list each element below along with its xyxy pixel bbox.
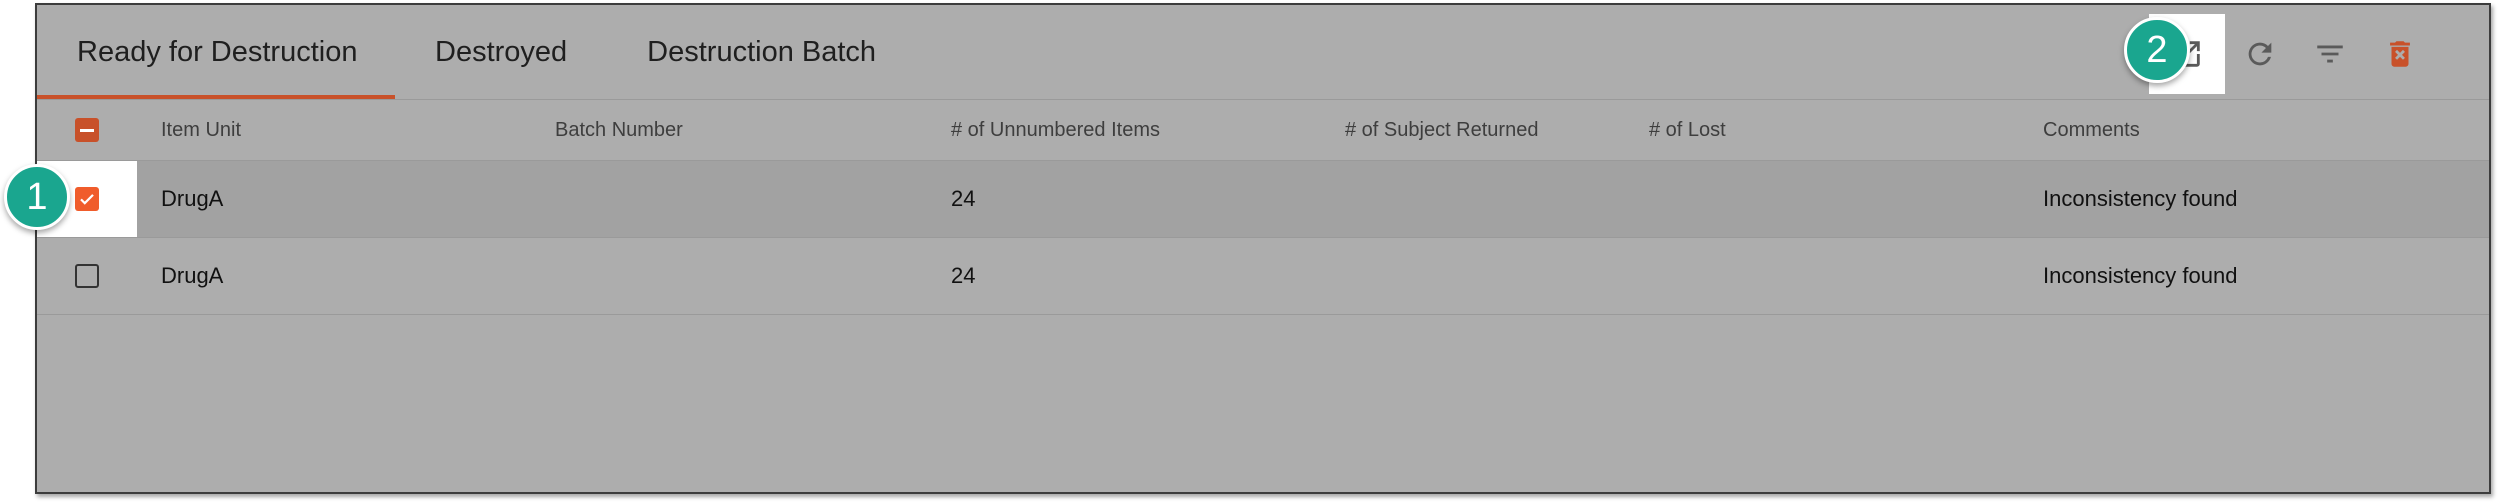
column-header-batch-number[interactable]: Batch Number xyxy=(555,119,683,142)
callout-badge-1: 1 xyxy=(4,164,70,230)
column-header-comments[interactable]: Comments xyxy=(2043,119,2140,142)
row-select-cell xyxy=(37,238,137,314)
checkmark-icon xyxy=(80,194,94,205)
filter-icon xyxy=(2317,45,2343,62)
refresh-button[interactable] xyxy=(2225,16,2295,91)
toolbar xyxy=(2149,13,2435,94)
cell-unnumbered-items: 24 xyxy=(951,263,976,288)
table-row[interactable]: DrugA 24 Inconsistency found xyxy=(37,161,2489,238)
tab-destroyed[interactable]: Destroyed xyxy=(395,5,607,99)
cell-item-unit: DrugA xyxy=(161,263,224,288)
filter-button[interactable] xyxy=(2295,16,2365,91)
cell-comments: Inconsistency found xyxy=(2043,186,2238,211)
destruction-panel: Ready for Destruction Destroyed Destruct… xyxy=(35,3,2491,494)
row-checkbox[interactable] xyxy=(75,264,99,288)
column-header-lost[interactable]: # of Lost xyxy=(1649,119,1726,142)
column-header-subject-returned[interactable]: # of Subject Returned xyxy=(1345,119,1538,142)
row-checkbox[interactable] xyxy=(75,187,99,211)
refresh-icon xyxy=(2248,42,2272,65)
table-row[interactable]: DrugA 24 Inconsistency found xyxy=(37,238,2489,315)
cell-unnumbered-items: 24 xyxy=(951,186,976,211)
tab-bar: Ready for Destruction Destroyed Destruct… xyxy=(37,5,916,99)
select-all-checkbox[interactable] xyxy=(75,118,99,142)
table-header: Item Unit Batch Number # of Unnumbered I… xyxy=(37,100,2489,161)
select-all-cell xyxy=(37,100,137,160)
cell-comments: Inconsistency found xyxy=(2043,263,2238,288)
tab-ready-for-destruction[interactable]: Ready for Destruction xyxy=(37,5,395,99)
tab-destruction-batch[interactable]: Destruction Batch xyxy=(607,5,916,99)
delete-icon xyxy=(2390,40,2410,67)
callout-badge-2: 2 xyxy=(2124,17,2190,83)
column-header-unnumbered-items[interactable]: # of Unnumbered Items xyxy=(951,119,1160,142)
cell-item-unit: DrugA xyxy=(161,186,224,211)
column-header-item-unit[interactable]: Item Unit xyxy=(161,119,241,142)
delete-button[interactable] xyxy=(2365,16,2435,91)
